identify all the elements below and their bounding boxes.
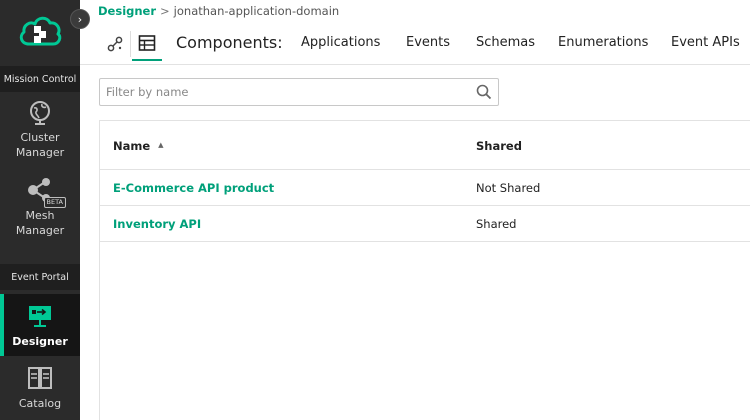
components-label: Components:	[176, 33, 283, 52]
filter-search-box	[99, 78, 499, 106]
tab-schemas[interactable]: Schemas	[476, 35, 535, 50]
search-icon[interactable]	[476, 84, 492, 100]
components-toolbar: Components: Applications Events Schemas …	[80, 25, 750, 65]
designer-icon	[26, 302, 54, 330]
mesh-icon: BETA	[18, 176, 66, 208]
table-row[interactable]: E-Commerce API product Not Shared	[100, 170, 750, 206]
app-logo[interactable]	[0, 0, 80, 64]
column-header-name[interactable]: Name ▲	[113, 139, 164, 153]
sidebar-item-label: Mesh Manager	[15, 209, 65, 237]
components-table: Name ▲ Shared E-Commerce API product Not …	[99, 120, 750, 420]
breadcrumb: Designer > jonathan-application-domain	[98, 4, 339, 18]
globe-icon	[26, 98, 54, 126]
chevron-right-icon: ›	[77, 12, 83, 26]
sidebar-collapse-button[interactable]: ›	[70, 9, 90, 29]
main-content: Designer > jonathan-application-domain Com…	[80, 0, 750, 420]
breadcrumb-designer-link[interactable]: Designer	[98, 4, 156, 18]
column-header-label: Name	[113, 139, 151, 153]
table-header: Name ▲ Shared	[100, 121, 750, 170]
graph-view-button[interactable]	[100, 27, 130, 61]
sidebar-item-mesh-manager[interactable]: BETA Mesh Manager	[0, 176, 80, 254]
beta-badge: BETA	[43, 197, 66, 208]
sidebar-item-designer[interactable]: Designer	[0, 294, 80, 356]
sidebar-item-cluster-manager[interactable]: Cluster Manager	[0, 98, 80, 172]
catalog-icon	[26, 364, 54, 392]
tab-event-apis[interactable]: Event APIs	[671, 35, 740, 50]
sidebar-item-label: Designer	[12, 335, 68, 348]
section-label-event-portal: Event Portal	[0, 264, 80, 290]
row-name-link[interactable]: Inventory API	[113, 217, 201, 231]
sidebar-item-label: Cluster Manager	[15, 131, 65, 159]
sidebar-item-label: Catalog	[18, 397, 62, 410]
table-view-icon	[138, 35, 156, 51]
tab-events[interactable]: Events	[406, 35, 450, 50]
table-row[interactable]: Inventory API Shared	[100, 206, 750, 242]
filter-by-name-input[interactable]	[106, 85, 476, 99]
sidebar: › Mission Control Cluster Manager BETA M…	[0, 0, 90, 420]
section-label-mission-control: Mission Control	[0, 66, 80, 92]
row-shared-status: Shared	[476, 217, 517, 231]
tab-enumerations[interactable]: Enumerations	[558, 35, 648, 50]
row-name-link[interactable]: E-Commerce API product	[113, 181, 274, 195]
table-view-button[interactable]	[132, 27, 162, 61]
row-shared-status: Not Shared	[476, 181, 541, 195]
column-header-shared[interactable]: Shared	[476, 139, 522, 153]
breadcrumb-separator: >	[160, 4, 170, 18]
graph-view-icon	[107, 36, 123, 52]
cloud-logo-icon	[19, 16, 62, 46]
breadcrumb-current: jonathan-application-domain	[173, 4, 340, 18]
sidebar-item-catalog[interactable]: Catalog	[0, 364, 80, 420]
sort-ascending-icon: ▲	[158, 141, 164, 149]
view-toggle-divider	[130, 31, 131, 57]
tab-applications[interactable]: Applications	[301, 35, 380, 50]
